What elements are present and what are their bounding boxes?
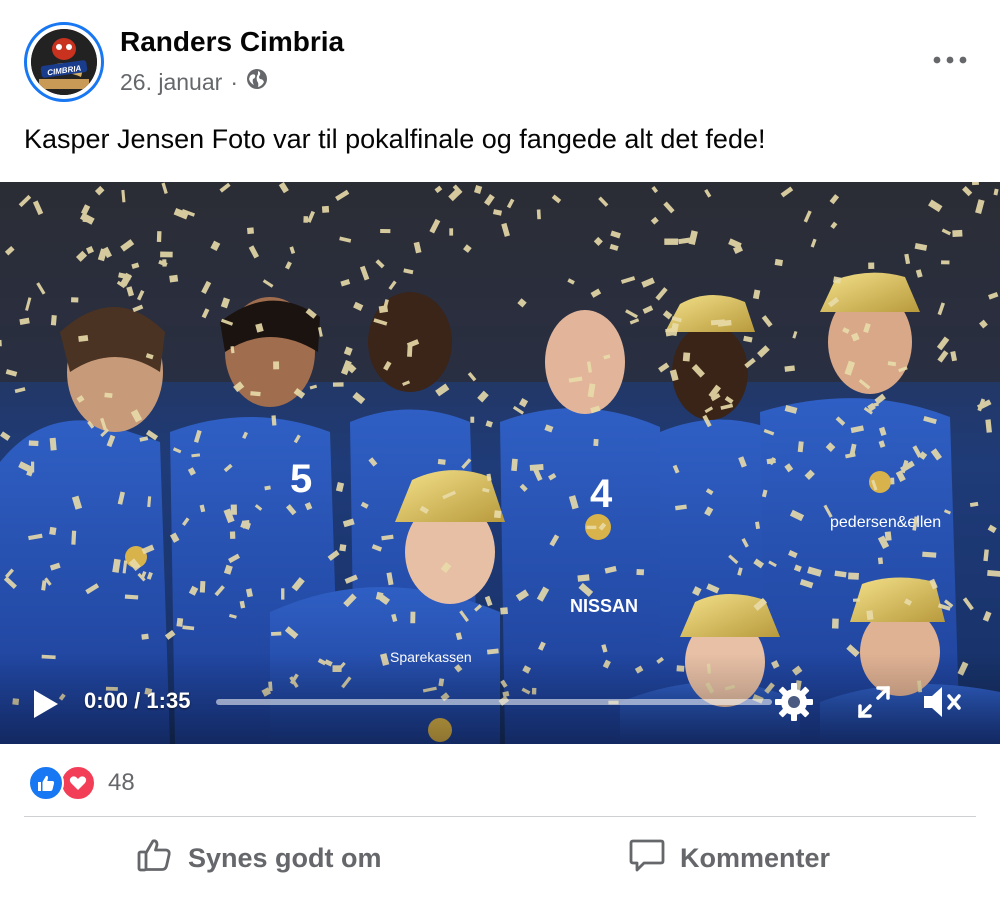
volume-muted-icon bbox=[924, 687, 961, 717]
randers-cimbria-logo: CIMBRIA bbox=[31, 29, 97, 95]
confetti-piece bbox=[890, 477, 895, 485]
video-progress-bar[interactable] bbox=[216, 699, 772, 705]
confetti-piece bbox=[273, 361, 280, 370]
confetti-piece bbox=[156, 231, 162, 242]
confetti-piece bbox=[437, 458, 446, 465]
comment-bubble-icon bbox=[628, 836, 666, 881]
confetti-piece bbox=[71, 297, 79, 303]
confetti-piece bbox=[303, 216, 309, 223]
confetti-piece bbox=[71, 530, 77, 545]
confetti-piece bbox=[104, 392, 113, 398]
page-avatar[interactable]: CIMBRIA bbox=[24, 22, 104, 102]
like-button-label: Synes godt om bbox=[188, 842, 382, 873]
time-separator: / bbox=[128, 688, 147, 713]
jersey-number-4: 4 bbox=[590, 472, 613, 516]
love-reaction-icon bbox=[60, 765, 96, 801]
confetti-piece bbox=[28, 440, 39, 447]
confetti-piece bbox=[230, 504, 237, 515]
confetti-piece bbox=[169, 274, 179, 283]
confetti-piece bbox=[449, 228, 454, 236]
confetti-piece bbox=[577, 574, 590, 582]
fullscreen-icon bbox=[858, 686, 890, 718]
confetti-piece bbox=[271, 631, 282, 636]
confetti-piece bbox=[866, 610, 874, 620]
video-player[interactable]: 5 4 NISSAN pedersen&ellen Sparekassen bbox=[0, 182, 1000, 744]
duration: 1:35 bbox=[146, 688, 191, 713]
confetti-piece bbox=[987, 570, 1000, 577]
confetti-piece bbox=[511, 458, 518, 472]
comment-button[interactable]: Kommenter bbox=[628, 826, 830, 890]
confetti-piece bbox=[941, 260, 950, 265]
fullscreen-button[interactable] bbox=[854, 682, 894, 722]
play-button[interactable] bbox=[28, 687, 62, 721]
post-message: Kasper Jensen Foto var til pokalfinale o… bbox=[24, 124, 766, 154]
confetti-piece bbox=[774, 258, 784, 267]
confetti-piece bbox=[971, 182, 979, 186]
confetti-piece bbox=[877, 557, 884, 565]
like-button[interactable]: Synes godt om bbox=[136, 826, 382, 890]
reaction-count: 48 bbox=[108, 769, 135, 796]
confetti-piece bbox=[332, 382, 344, 387]
confetti-piece bbox=[246, 227, 254, 235]
confetti-piece bbox=[271, 415, 277, 426]
volume-button[interactable] bbox=[920, 682, 964, 722]
confetti-piece bbox=[682, 352, 691, 362]
meta-separator: · bbox=[230, 68, 238, 95]
confetti-piece bbox=[493, 510, 502, 519]
confetti-piece bbox=[536, 209, 541, 220]
jersey-number-5: 5 bbox=[290, 457, 312, 501]
more-options-button[interactable] bbox=[930, 40, 970, 80]
confetti-piece bbox=[160, 251, 173, 258]
reactions-summary[interactable]: 48 bbox=[28, 764, 135, 802]
confetti-piece bbox=[229, 531, 236, 539]
confetti-piece bbox=[176, 617, 184, 627]
thumbs-up-icon bbox=[136, 836, 174, 881]
jersey-sponsor: NISSAN bbox=[570, 596, 638, 616]
play-icon bbox=[34, 690, 58, 718]
confetti-piece bbox=[831, 618, 839, 629]
confetti-piece bbox=[49, 526, 57, 536]
confetti-piece bbox=[410, 611, 416, 624]
confetti-piece bbox=[710, 319, 726, 326]
current-time: 0:00 bbox=[84, 688, 129, 713]
like-reaction-icon bbox=[28, 765, 64, 801]
confetti-piece bbox=[500, 607, 508, 615]
confetti-piece bbox=[848, 572, 859, 580]
confetti-piece bbox=[664, 238, 679, 245]
confetti-piece bbox=[141, 633, 149, 640]
confetti-piece bbox=[470, 416, 475, 423]
confetti-piece bbox=[281, 588, 285, 600]
comment-button-label: Kommenter bbox=[680, 842, 831, 873]
confetti-piece bbox=[529, 464, 544, 471]
confetti-piece bbox=[380, 229, 391, 234]
confetti-piece bbox=[593, 438, 599, 447]
settings-button[interactable] bbox=[772, 680, 816, 724]
confetti-piece bbox=[78, 335, 89, 342]
globe-icon bbox=[246, 68, 268, 96]
actions-divider bbox=[24, 816, 976, 817]
jersey-sponsor-2: pedersen&ellen bbox=[830, 514, 941, 531]
confetti-piece bbox=[636, 569, 645, 576]
confetti-piece bbox=[922, 551, 937, 558]
post-meta: 26. januar · bbox=[120, 68, 268, 96]
confetti-piece bbox=[586, 525, 597, 530]
post-date[interactable]: 26. januar bbox=[120, 69, 222, 96]
confetti-piece bbox=[50, 315, 57, 326]
confetti-piece bbox=[49, 437, 57, 451]
confetti-piece bbox=[199, 581, 206, 593]
more-horizontal-icon bbox=[933, 51, 967, 69]
confetti-piece bbox=[250, 391, 261, 397]
confetti-piece bbox=[868, 262, 875, 270]
confetti-piece bbox=[339, 544, 347, 552]
settings-gear-icon bbox=[775, 683, 813, 721]
video-time: 0:00 / 1:35 bbox=[84, 688, 190, 714]
confetti-piece bbox=[952, 229, 963, 238]
confetti-piece bbox=[852, 598, 860, 602]
page-name-link[interactable]: Randers Cimbria bbox=[120, 26, 344, 58]
confetti-piece bbox=[321, 205, 330, 213]
facebook-post: CIMBRIA Randers Cimbria 26. januar · Kas… bbox=[0, 0, 1000, 898]
